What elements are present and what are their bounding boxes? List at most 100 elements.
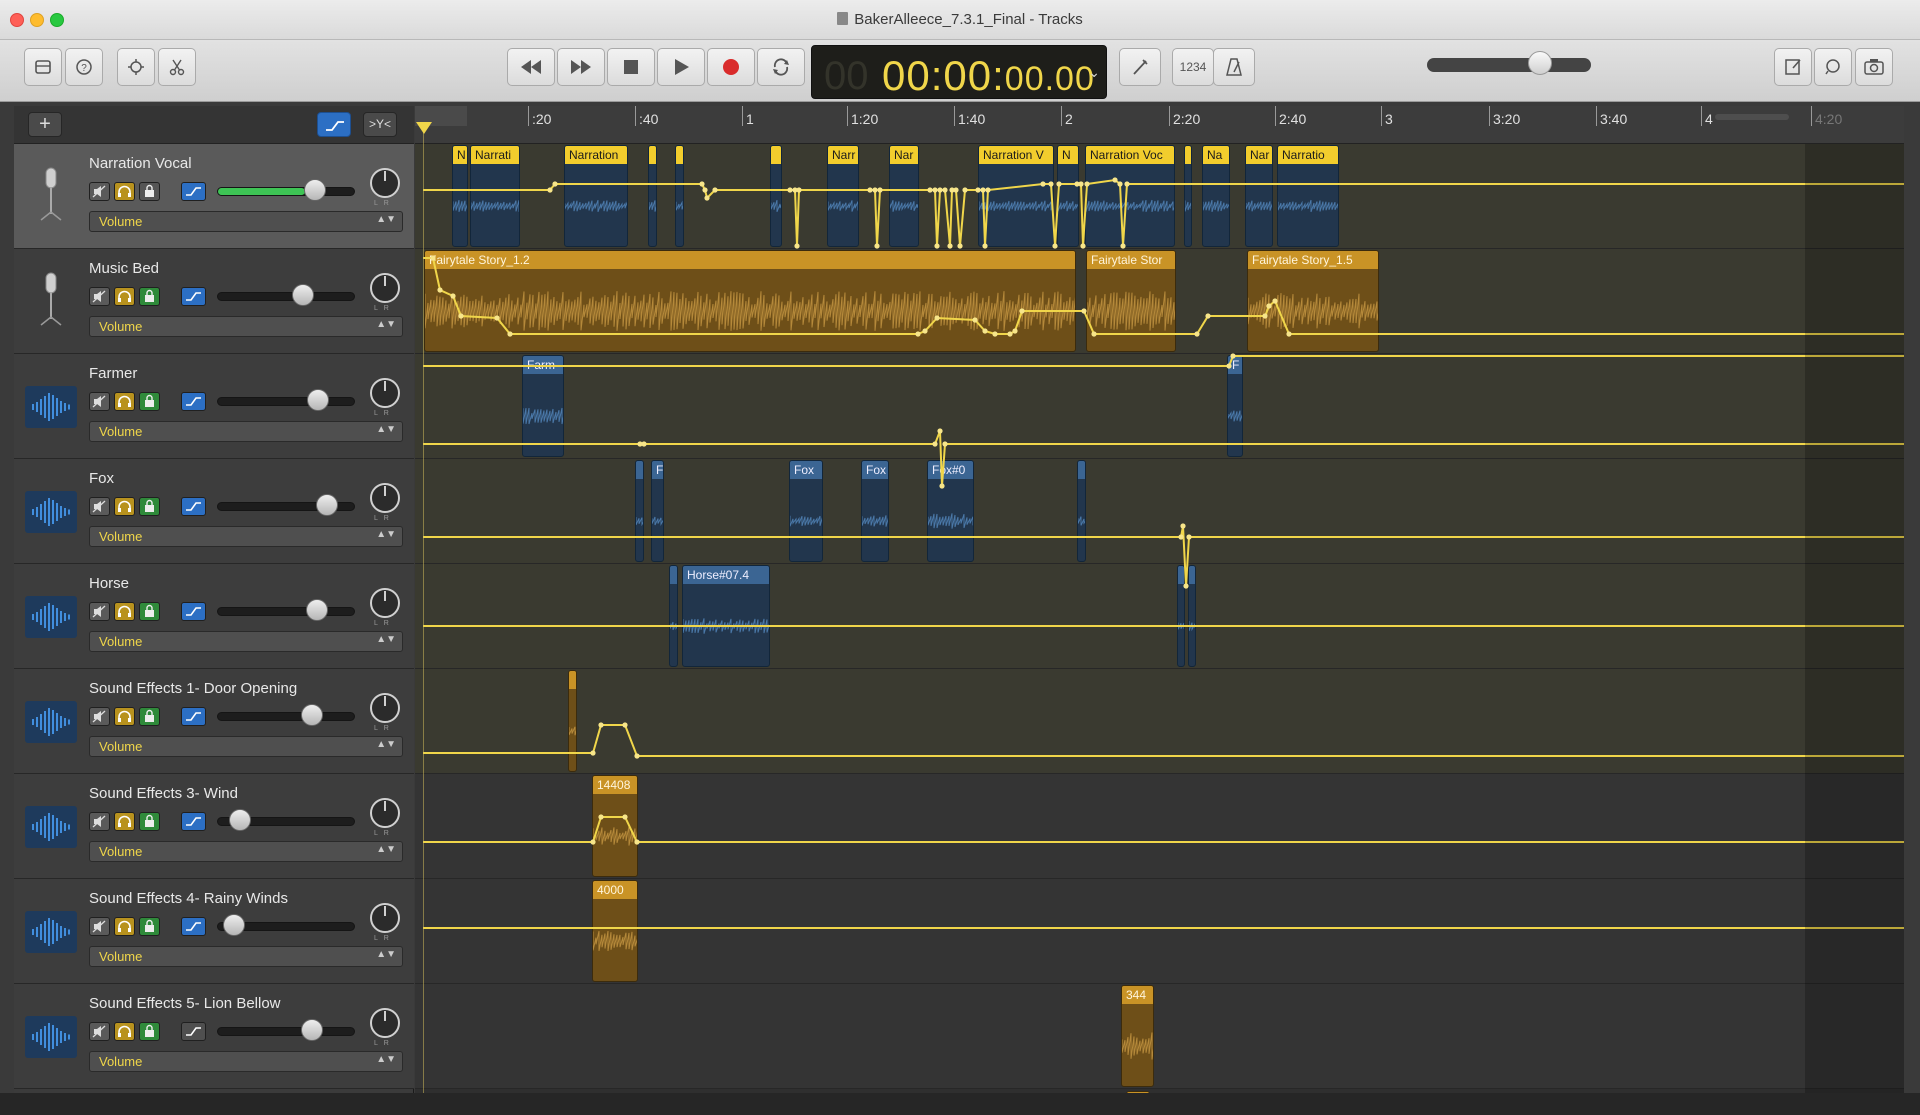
lcd-time-display[interactable]: 00 00:00:00.00 ⌄ — [811, 45, 1107, 99]
automation-point[interactable] — [1266, 303, 1272, 309]
waveform-icon[interactable] — [25, 596, 77, 638]
automation-point[interactable] — [972, 317, 978, 323]
pan-knob[interactable] — [370, 588, 400, 618]
track-header[interactable]: Sound Effects 1- Door Opening L R Volume ▲▼ — [14, 669, 414, 774]
waveform-icon[interactable] — [25, 491, 77, 533]
automation-point[interactable] — [953, 187, 959, 193]
volume-knob[interactable] — [300, 704, 323, 726]
volume-slider[interactable] — [217, 1027, 355, 1036]
automation-point[interactable] — [1084, 181, 1090, 187]
solo-button[interactable] — [114, 602, 135, 621]
lock-button[interactable] — [139, 392, 160, 411]
record-button[interactable] — [707, 48, 755, 86]
metronome-button[interactable] — [1213, 48, 1255, 86]
automation-point[interactable] — [634, 839, 640, 845]
automation-point[interactable] — [877, 187, 883, 193]
automation-point[interactable] — [932, 187, 938, 193]
automation-point[interactable] — [598, 722, 604, 728]
lock-button[interactable] — [139, 812, 160, 831]
mute-button[interactable] — [89, 917, 110, 936]
pan-knob[interactable] — [370, 903, 400, 933]
automation-point[interactable] — [1272, 298, 1278, 304]
automation-point[interactable] — [1078, 181, 1084, 187]
automation-point[interactable] — [975, 187, 981, 193]
pan-knob[interactable] — [370, 168, 400, 198]
automation-point[interactable] — [1081, 308, 1087, 314]
media-browser-button[interactable] — [1855, 48, 1893, 86]
volume-knob[interactable] — [307, 389, 330, 411]
automation-parameter-select[interactable]: Volume ▲▼ — [89, 631, 403, 652]
track-automation-button[interactable] — [181, 812, 206, 831]
automation-point[interactable] — [982, 243, 988, 249]
automation-point[interactable] — [934, 315, 940, 321]
cycle-button[interactable] — [757, 48, 805, 86]
track-name[interactable]: Sound Effects 1- Door Opening — [89, 680, 297, 697]
automation-point[interactable] — [712, 187, 718, 193]
automation-point[interactable] — [494, 315, 500, 321]
automation-point[interactable] — [1012, 328, 1018, 334]
automation-point[interactable] — [641, 441, 647, 447]
volume-slider[interactable] — [217, 292, 355, 301]
automation-point[interactable] — [450, 293, 456, 299]
automation-point[interactable] — [962, 187, 968, 193]
automation-point[interactable] — [702, 187, 708, 193]
automation-parameter-select[interactable]: Volume ▲▼ — [89, 316, 403, 337]
automation-point[interactable] — [796, 187, 802, 193]
playhead[interactable] — [423, 124, 424, 1111]
automation-point[interactable] — [927, 187, 933, 193]
lock-button[interactable] — [139, 182, 160, 201]
volume-knob[interactable] — [228, 809, 251, 831]
pan-knob[interactable] — [370, 1008, 400, 1038]
automation-point[interactable] — [598, 814, 604, 820]
track-header[interactable]: Sound Effects 3- Wind L R Volume ▲▼ — [14, 774, 414, 879]
automation-point[interactable] — [634, 753, 640, 759]
waveform-icon[interactable] — [25, 911, 77, 953]
automation-point[interactable] — [507, 331, 513, 337]
automation-point[interactable] — [1117, 181, 1123, 187]
solo-button[interactable] — [114, 1022, 135, 1041]
track-name[interactable]: Sound Effects 3- Wind — [89, 785, 238, 802]
automation-point[interactable] — [787, 187, 793, 193]
mute-button[interactable] — [89, 287, 110, 306]
automation-point[interactable] — [794, 243, 800, 249]
automation-curves[interactable] — [415, 106, 1904, 1111]
automation-point[interactable] — [947, 243, 953, 249]
automation-point[interactable] — [590, 839, 596, 845]
catch-filter-button[interactable]: >Y< — [363, 112, 397, 137]
volume-automation-line[interactable] — [423, 355, 1904, 367]
solo-button[interactable] — [114, 182, 135, 201]
track-name[interactable]: Sound Effects 4- Rainy Winds — [89, 890, 288, 907]
automation-point[interactable] — [1262, 313, 1268, 319]
quick-help-button[interactable]: ? — [65, 48, 103, 86]
automation-point[interactable] — [942, 441, 948, 447]
lock-button[interactable] — [139, 707, 160, 726]
automation-point[interactable] — [934, 243, 940, 249]
automation-point[interactable] — [942, 187, 948, 193]
automation-point[interactable] — [1048, 181, 1054, 187]
track-name[interactable]: Farmer — [89, 365, 137, 382]
track-automation-button[interactable] — [181, 287, 206, 306]
waveform-icon[interactable] — [25, 386, 77, 428]
volume-knob[interactable] — [306, 599, 329, 621]
track-automation-button[interactable] — [181, 602, 206, 621]
count-in-button[interactable]: 1234 — [1172, 48, 1214, 86]
automation-point[interactable] — [1091, 331, 1097, 337]
pan-knob[interactable] — [370, 693, 400, 723]
automation-point[interactable] — [1120, 243, 1126, 249]
solo-button[interactable] — [114, 392, 135, 411]
track-header[interactable]: Music Bed L R Volume ▲▼ — [14, 249, 414, 354]
master-volume-slider[interactable] — [1427, 58, 1591, 72]
automation-point[interactable] — [1112, 177, 1118, 183]
track-automation-button[interactable] — [181, 917, 206, 936]
mute-button[interactable] — [89, 1022, 110, 1041]
playhead-handle-icon[interactable] — [416, 122, 432, 136]
volume-knob[interactable] — [292, 284, 315, 306]
automation-point[interactable] — [937, 187, 943, 193]
track-automation-button[interactable] — [181, 392, 206, 411]
rewind-button[interactable] — [507, 48, 555, 86]
mute-button[interactable] — [89, 812, 110, 831]
automation-point[interactable] — [937, 428, 943, 434]
track-name[interactable]: Narration Vocal — [89, 155, 192, 172]
automation-point[interactable] — [590, 750, 596, 756]
automation-parameter-select[interactable]: Volume ▲▼ — [89, 946, 403, 967]
